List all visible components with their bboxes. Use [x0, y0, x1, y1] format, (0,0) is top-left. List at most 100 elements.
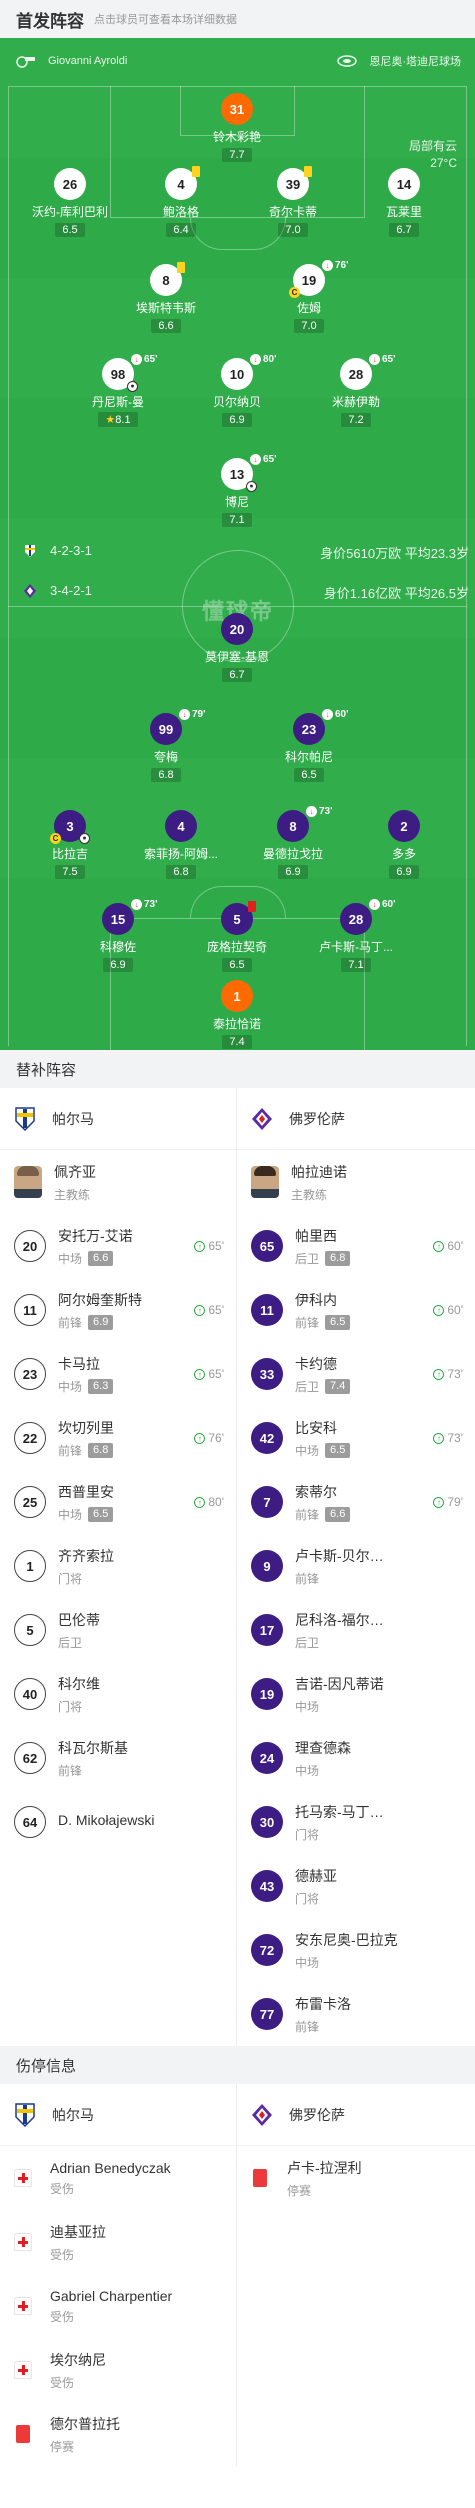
sub-player-row[interactable]: 65 帕里西 后卫 6.8 ↑ 60' [237, 1214, 475, 1278]
sub-player-row[interactable]: 7 索蒂尔 前锋 6.6 ↑ 79' [237, 1470, 475, 1534]
sub-rating: 6.6 [325, 1506, 351, 1522]
injury-row[interactable]: 迪基亚拉 受伤 [0, 2210, 236, 2274]
sub-name: 比安科 [295, 1419, 337, 1436]
sub-number: 30 [251, 1806, 283, 1838]
sub-player-row[interactable]: 33 卡约德 后卫 7.4 ↑ 73' [237, 1342, 475, 1406]
player-away[interactable]: 8 ↓ 73' 曼德拉戈拉 6.9 [245, 806, 341, 880]
stadium-info: 恩尼奥·塔迪尼球场 [337, 52, 461, 70]
sub-arrow-icon: ↓ [322, 260, 333, 271]
sub-player-row[interactable]: 30 托马索-马丁… 门将 [237, 1790, 475, 1854]
sub-in-minute: ↑ 65' [194, 1303, 224, 1317]
home-team-name: 帕尔马 [52, 1110, 94, 1127]
player-home[interactable]: 13 ● ↓ 65' 博尼 7.1 [189, 454, 285, 528]
sub-arrow-icon: ↓ [250, 454, 261, 465]
sub-number: 42 [251, 1422, 283, 1454]
injury-row[interactable]: 埃尔纳尼 受伤 [0, 2338, 236, 2402]
sub-player-row[interactable]: 40 科尔维 门将 [0, 1662, 236, 1726]
sub-player-row[interactable]: 24 理查德森 中场 [237, 1726, 475, 1790]
sub-player-row[interactable]: 20 安托万-艾诺 中场 6.6 ↑ 65' [0, 1214, 236, 1278]
player-away[interactable]: 2 多多 6.9 [356, 810, 452, 880]
sub-player-row[interactable]: 72 安东尼奥-巴拉克 中场 [237, 1918, 475, 1982]
player-away[interactable]: 99 ↓ 79' 夸梅 6.8 [118, 709, 214, 783]
injury-row[interactable]: Gabriel Charpentier 受伤 [0, 2274, 236, 2338]
player-home[interactable]: 39 奇尔卡蒂 7.0 [245, 166, 341, 238]
parma-crest-icon [14, 2102, 36, 2128]
home-team-name: 帕尔马 [52, 2106, 94, 2123]
player-rating: 7.0 [278, 223, 308, 237]
player-home[interactable]: 8 埃斯特韦斯 6.6 [118, 262, 214, 334]
player-home[interactable]: 4 鲍洛格 6.4 [133, 166, 229, 238]
player-away-gk[interactable]: 1 泰拉恰诺 7.4 [189, 980, 285, 1050]
sub-in-minute: ↑ 79' [433, 1495, 463, 1509]
away-value: 身价1.16亿欧 平均26.5岁 [323, 586, 469, 601]
sub-player-row[interactable]: 77 布雷卡洛 前锋 [237, 1982, 475, 2046]
player-number: 4 [165, 166, 200, 200]
away-coach[interactable]: 帕拉迪诺 主教练 [237, 1150, 475, 1214]
sub-position: 中场 [295, 1443, 320, 1458]
player-home[interactable]: 14 瓦莱里 6.7 [356, 168, 452, 238]
sub-out-marker: ↓ 65' [250, 454, 277, 465]
player-name: 泰拉恰诺 [212, 1017, 261, 1031]
player-name: 索菲扬-阿姆... [144, 847, 218, 861]
player-number: 15 ↓ 73' [102, 899, 158, 935]
injury-row[interactable]: 卢卡-拉涅利 停赛 [237, 2146, 475, 2210]
player-home-gk[interactable]: 31 铃木彩艳 7.7 [189, 93, 285, 163]
player-name: 曼德拉戈拉 [262, 847, 323, 861]
sub-name: 理查德森 [295, 1739, 351, 1756]
away-team-row[interactable]: 佛罗伦萨 [237, 1088, 475, 1150]
sub-arrow-icon: ↓ [322, 709, 333, 720]
sub-player-row[interactable]: 5 巴伦蒂 后卫 [0, 1598, 236, 1662]
sub-player-row[interactable]: 9 卢卡斯-贝尔… 前锋 [237, 1534, 475, 1598]
player-home[interactable]: 19 C ↓ 76' 佐姆 7.0 [261, 260, 357, 334]
home-coach[interactable]: 佩齐亚 主教练 [0, 1150, 236, 1214]
sub-player-row[interactable]: 62 科瓦尔斯基 前锋 [0, 1726, 236, 1790]
player-rating: 6.9 [389, 865, 419, 879]
sub-player-row[interactable]: 64 D. Mikołajewski [0, 1790, 236, 1854]
avatar [14, 1166, 42, 1198]
sub-player-row[interactable]: 23 卡马拉 中场 6.3 ↑ 65' [0, 1342, 236, 1406]
sub-position: 门将 [58, 1699, 83, 1714]
player-away[interactable]: 5 庞格拉契奇 6.5 [189, 901, 285, 973]
sub-player-row[interactable]: 11 阿尔姆奎斯特 前锋 6.9 ↑ 65' [0, 1278, 236, 1342]
player-away[interactable]: 20 莫伊塞-基恩 6.7 [189, 613, 285, 683]
sub-arrow-icon: ↓ [179, 709, 190, 720]
player-home[interactable]: 98 ● ↓ 65' 丹尼斯-曼 ★8.1 [70, 354, 166, 428]
player-number: 39 [277, 166, 312, 200]
injury-player-name: 埃尔纳尼 [50, 2351, 106, 2368]
player-name: 瓦莱里 [385, 205, 422, 219]
player-home[interactable]: 26 沃约-库利巴利 6.5 [22, 168, 118, 238]
sub-position: 门将 [295, 1891, 320, 1906]
player-away[interactable]: 3 C ● 比拉吉 7.5 [22, 810, 118, 880]
player-away[interactable]: 4 索菲扬-阿姆... 6.8 [133, 810, 229, 880]
player-home[interactable]: 28 ↓ 65' 米赫伊勒 7.2 [308, 354, 404, 428]
player-number: 28 ↓ 60' [340, 899, 396, 935]
player-name: 博尼 [224, 495, 249, 509]
sub-player-row[interactable]: 19 吉诺-因凡蒂诺 中场 [237, 1662, 475, 1726]
sub-player-row[interactable]: 43 德赫亚 门将 [237, 1854, 475, 1918]
home-team-row[interactable]: 帕尔马 [0, 2084, 236, 2146]
player-away[interactable]: 15 ↓ 73' 科穆佐 6.9 [70, 899, 166, 973]
player-away[interactable]: 23 ↓ 60' 科尔帕尼 6.5 [261, 709, 357, 783]
player-name: 科穆佐 [99, 940, 136, 954]
sub-player-row[interactable]: 42 比安科 中场 6.5 ↑ 73' [237, 1406, 475, 1470]
player-number: 14 [388, 168, 420, 200]
goal-ball-icon: ● [246, 481, 257, 492]
injury-row[interactable]: Adrian Benedyczak 受伤 [0, 2146, 236, 2210]
player-rating: 7.5 [55, 865, 85, 879]
sub-position: 门将 [58, 1571, 83, 1586]
sub-in-minute: ↑ 60' [433, 1239, 463, 1253]
player-name: 贝尔纳贝 [212, 395, 261, 409]
sub-player-row[interactable]: 11 伊科内 前锋 6.5 ↑ 60' [237, 1278, 475, 1342]
sub-player-row[interactable]: 22 坎切列里 前锋 6.8 ↑ 76' [0, 1406, 236, 1470]
sub-number: 7 [251, 1486, 283, 1518]
player-home[interactable]: 10 ↓ 80' 贝尔纳贝 6.9 [189, 354, 285, 428]
sub-player-row[interactable]: 17 尼科洛-福尔… 后卫 [237, 1598, 475, 1662]
sub-player-row[interactable]: 1 齐齐索拉 门将 [0, 1534, 236, 1598]
home-team-row[interactable]: 帕尔马 [0, 1088, 236, 1150]
injury-row[interactable]: 德尔普拉托 停赛 [0, 2402, 236, 2466]
away-team-row[interactable]: 佛罗伦萨 [237, 2084, 475, 2146]
sub-number: 23 [14, 1358, 46, 1390]
away-injuries-column: 佛罗伦萨 卢卡-拉涅利 停赛 [237, 2084, 475, 2466]
player-away[interactable]: 28 ↓ 60' 卢卡斯-马丁... 7.1 [308, 899, 404, 973]
sub-player-row[interactable]: 25 西普里安 中场 6.5 ↑ 80' [0, 1470, 236, 1534]
